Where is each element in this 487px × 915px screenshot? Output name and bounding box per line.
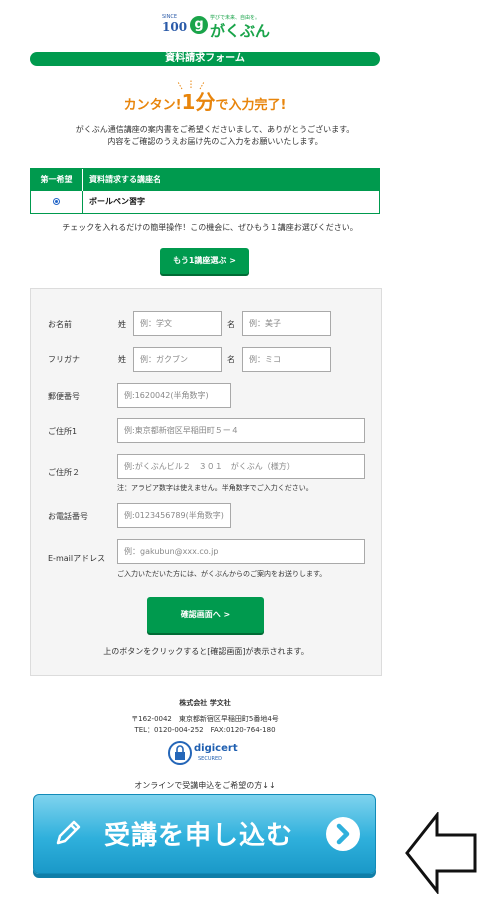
company-address: 〒162-0042 東京都新宿区早稲田町5番地4号 TEL：0120-004-2… (0, 714, 410, 736)
address1-label: ご住所1 (48, 427, 78, 436)
email-input[interactable]: 例：gakubun@xxx.co.jp (117, 539, 365, 564)
phone-line: TEL：0120-004-252 FAX:0120-764-180 (134, 726, 276, 734)
course-table: 第一希望 資料請求する講座名 ボールペン習字 (30, 168, 380, 214)
address1-input[interactable]: 例:東京都新宿区早稲田町５ー４ (117, 418, 365, 443)
digicert-lock-icon (168, 741, 192, 765)
kana-sei-label: 姓 (118, 355, 126, 364)
zip-code-input[interactable]: 例:1620042(半角数字) (117, 383, 231, 408)
table-row: ボールペン習字 (31, 191, 379, 213)
badge-number: 100 (162, 20, 188, 34)
gakubun-mark-icon: g (190, 16, 208, 34)
headline-part2: 1分 (181, 90, 216, 114)
last-name-kana-input[interactable]: 例：ガクブン (133, 347, 222, 372)
intro-text: がくぶん通信講座の案内書をご希望くださいまして、ありがとうございます。 内容をご… (20, 124, 410, 148)
digicert-sub: SECURED (198, 756, 222, 762)
zip-label: 郵便番号 (48, 392, 80, 401)
headline-part3: で入力完了! (215, 98, 287, 113)
digicert-name: digicert (194, 743, 238, 754)
email-label: E-mailアドレス (48, 554, 106, 563)
name-label: お名前 (48, 320, 72, 329)
intro-line1: がくぶん通信講座の案内書をご希望くださいまして、ありがとうございます。 (75, 125, 355, 134)
address2-label: ご住所２ (48, 468, 80, 477)
intro-line2: 内容をご確認のうえお届け先のご入力をお願いいたします。 (107, 137, 323, 146)
logo: SINCE 100 g 学びで未来、自由を。 がくぶん (160, 14, 330, 40)
first-name-kana-input[interactable]: 例：ミコ (242, 347, 331, 372)
course-name: ボールペン習字 (89, 197, 145, 206)
pencil-icon (56, 820, 81, 845)
first-name-input[interactable]: 例：美子 (242, 311, 331, 336)
address-note: 注：アラビア数字は使えません。半角数字でご入力ください。 (117, 484, 313, 492)
kana-mei-label: 名 (227, 355, 235, 364)
add-course-button[interactable]: もう1講座選ぶ > (160, 248, 249, 274)
tel-label: お電話番号 (48, 512, 88, 521)
company-name: 株式会社 学文社 (179, 699, 231, 707)
apply-button[interactable]: 受講を申し込む (33, 794, 376, 874)
address-line: 〒162-0042 東京都新宿区早稲田町5番地4号 (131, 715, 279, 723)
first-choice-cell (31, 191, 83, 213)
mei-label: 名 (227, 320, 235, 329)
phone-input[interactable]: 例:0123456789(半角数字) (117, 503, 231, 528)
confirm-note: 上のボタンをクリックすると[確認画面]が表示されます。 (103, 647, 309, 656)
page-title: 資料請求フォーム (30, 52, 380, 66)
logo-name: がくぶん (210, 22, 271, 40)
header-first-choice: 第一希望 (31, 169, 83, 191)
left-arrow-icon (405, 812, 477, 894)
confirm-button[interactable]: 確認画面へ > (147, 597, 264, 633)
digicert-seal[interactable]: digicert SECURED (168, 741, 240, 765)
chevron-right-icon (326, 817, 360, 851)
first-choice-radio[interactable] (53, 198, 60, 205)
apply-button-label: 受講を申し込む (104, 821, 294, 851)
headline-part1: カンタン! (123, 98, 182, 113)
header-course-name: 資料請求する講座名 (89, 175, 161, 184)
check-note: チェックを入れるだけの簡単操作！この機会に、ぜひもう１講座お選びください。 (62, 223, 358, 232)
email-note: ご入力いただいた方には、がくぶんからのご案内をお送りします。 (117, 570, 327, 578)
sei-label: 姓 (118, 320, 126, 329)
address2-input[interactable]: 例:がくぶんビル２ ３０１ がくぶん（様方） (117, 454, 365, 479)
table-header: 第一希望 資料請求する講座名 (31, 169, 379, 191)
online-note: オンラインで受講申込をご希望の方↓↓ (134, 781, 276, 790)
kana-label: フリガナ (48, 355, 80, 364)
headline: カンタン!1分で入力完了! (0, 86, 410, 115)
100th-anniversary-badge: SINCE 100 (160, 14, 188, 38)
last-name-input[interactable]: 例：学文 (133, 311, 222, 336)
